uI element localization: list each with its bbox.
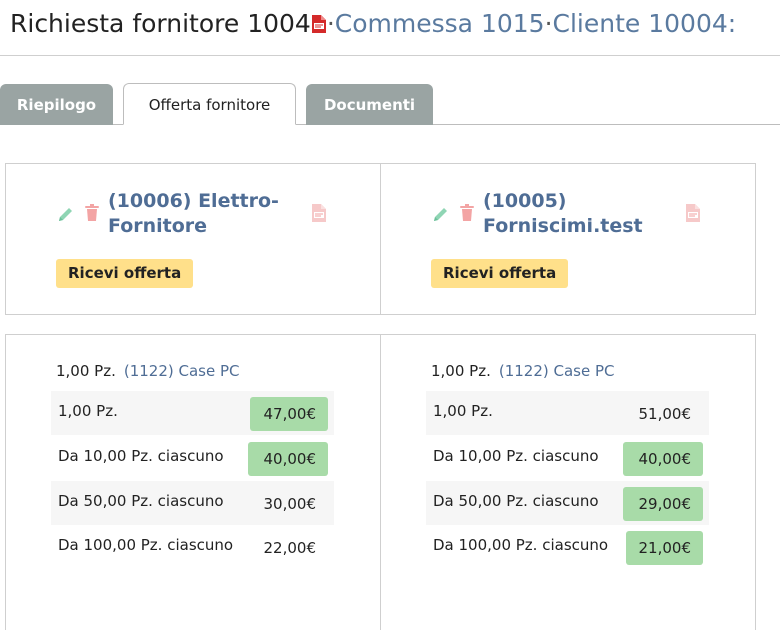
separator: · <box>326 9 335 38</box>
product-line: 1,00 Pz. (1122) Case PC <box>56 361 240 381</box>
price-row: 1,00 Pz. 47,00€ <box>51 391 334 435</box>
separator: · <box>544 9 553 38</box>
product-line: 1,00 Pz. (1122) Case PC <box>431 361 615 381</box>
quantity-tier-label: Da 50,00 Pz. ciascuno <box>58 492 224 510</box>
product-link[interactable]: (1122) Case PC <box>124 362 240 380</box>
price-value: 22,00€ <box>263 539 317 557</box>
column-divider <box>380 334 381 630</box>
quantity-tier-label: Da 10,00 Pz. ciascuno <box>58 447 224 465</box>
tab-documenti[interactable]: Documenti <box>306 84 433 125</box>
pdf-document-icon[interactable] <box>684 203 702 227</box>
price-value: 40,00€ <box>248 442 328 476</box>
page-header: Richiesta fornitore 1004 ·Commessa 1015·C… <box>10 6 736 42</box>
price-row: Da 10,00 Pz. ciascuno 40,00€ <box>426 436 709 480</box>
pencil-icon[interactable] <box>57 205 75 227</box>
column-divider <box>380 163 381 315</box>
supplier-name-line: (10005) <box>483 190 567 212</box>
ricevi-offerta-button[interactable]: Ricevi offerta <box>431 259 569 288</box>
price-row: Da 10,00 Pz. ciascuno 40,00€ <box>51 436 334 480</box>
trash-icon[interactable] <box>84 204 100 226</box>
quantity-tier-label: Da 100,00 Pz. ciascuno <box>433 536 609 554</box>
ricevi-offerta-button[interactable]: Ricevi offerta <box>56 259 194 288</box>
product-link[interactable]: (1122) Case PC <box>499 362 615 380</box>
price-value: 51,00€ <box>638 405 692 423</box>
tab-offerta-fornitore[interactable]: Offerta fornitore <box>123 83 296 125</box>
quantity-tier-label: Da 50,00 Pz. ciascuno <box>433 492 599 510</box>
supplier-name-line: (10006) Elettro- <box>108 190 279 212</box>
product-quantity: 1,00 Pz. <box>431 362 491 380</box>
price-value: 29,00€ <box>623 487 703 521</box>
price-value: 21,00€ <box>626 531 703 565</box>
price-value: 40,00€ <box>623 442 703 476</box>
tab-riepilogo[interactable]: Riepilogo <box>0 84 113 125</box>
supplier-name-line: Fornitore <box>108 215 208 237</box>
trash-icon[interactable] <box>459 204 475 226</box>
price-row: Da 50,00 Pz. ciascuno 30,00€ <box>51 481 334 525</box>
pdf-document-icon[interactable] <box>310 203 328 227</box>
supplier-name-line: Forniscimi.test <box>483 215 643 237</box>
price-row: 1,00 Pz. 51,00€ <box>426 391 709 435</box>
pencil-icon[interactable] <box>432 205 450 227</box>
price-value: 30,00€ <box>263 495 317 513</box>
price-row: Da 100,00 Pz. ciascuno 21,00€ <box>426 525 709 569</box>
supplier-name[interactable]: (10005) Forniscimi.test <box>483 189 643 239</box>
quantity-tier-label: Da 100,00 Pz. ciascuno <box>58 536 234 554</box>
price-row: Da 100,00 Pz. ciascuno 22,00€ <box>51 525 334 569</box>
quantity-tier-label: Da 10,00 Pz. ciascuno <box>433 447 599 465</box>
supplier-name[interactable]: (10006) Elettro- Fornitore <box>108 189 279 239</box>
quantity-tier-label: 1,00 Pz. <box>433 402 493 420</box>
product-quantity: 1,00 Pz. <box>56 362 116 380</box>
commessa-link[interactable]: Commessa 1015 <box>335 9 545 38</box>
cliente-link[interactable]: Cliente 10004: <box>553 9 737 38</box>
pdf-file-icon[interactable] <box>311 8 327 44</box>
page-title: Richiesta fornitore 1004 <box>10 9 311 38</box>
quantity-tier-label: 1,00 Pz. <box>58 402 118 420</box>
price-value: 47,00€ <box>250 397 328 431</box>
header-divider <box>0 55 780 56</box>
tab-bar: Riepilogo Offerta fornitore Documenti <box>0 83 780 125</box>
price-row: Da 50,00 Pz. ciascuno 29,00€ <box>426 481 709 525</box>
